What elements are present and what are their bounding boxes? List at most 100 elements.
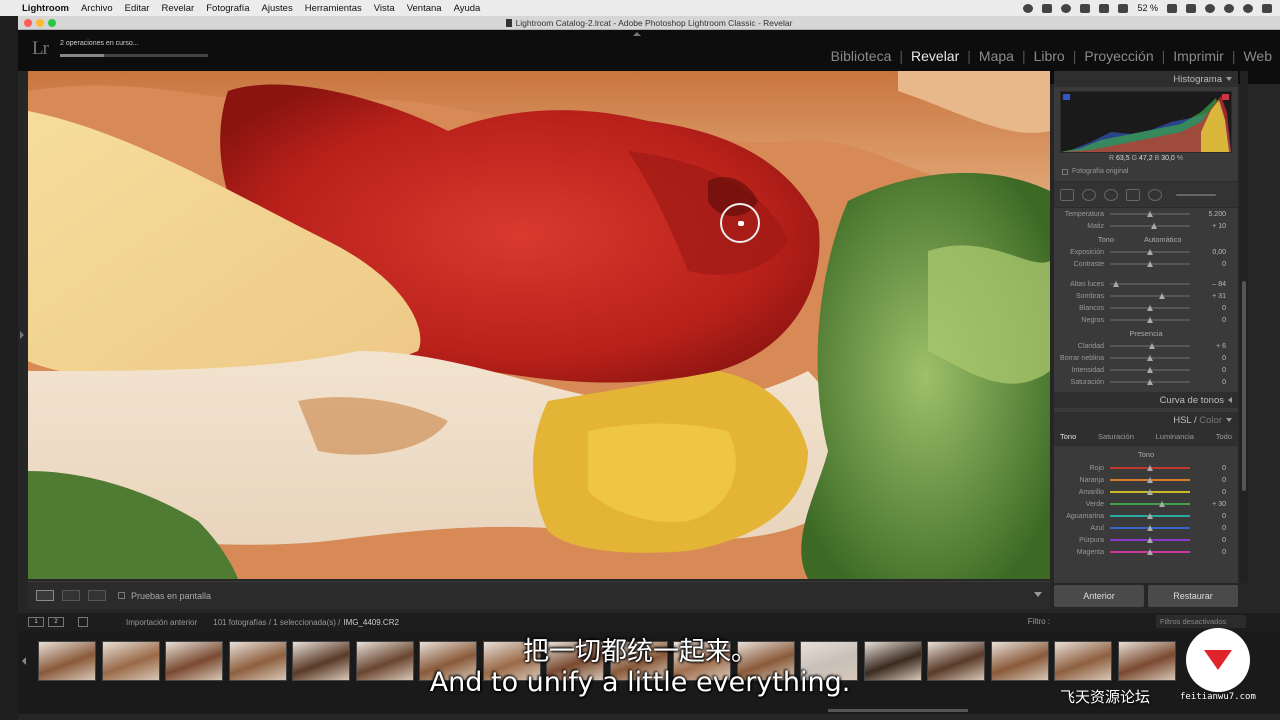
zoom-window-button[interactable] <box>48 19 56 27</box>
menu-ventana[interactable]: Ventana <box>407 3 442 14</box>
slider-value[interactable]: 0,00 <box>1190 249 1226 256</box>
slider-value[interactable]: 0 <box>1190 489 1226 496</box>
camera-status-icon[interactable] <box>1023 3 1034 13</box>
adjustment-brush-slider[interactable] <box>1176 193 1216 196</box>
slider-value[interactable]: 0 <box>1190 477 1226 484</box>
menu-vista[interactable]: Vista <box>374 3 395 14</box>
expand-left-panel-icon[interactable] <box>20 331 24 339</box>
slider-thumb[interactable] <box>1159 500 1165 507</box>
minimize-window-button[interactable] <box>36 19 44 27</box>
slider-value[interactable]: 0 <box>1190 537 1226 544</box>
wifi-icon[interactable] <box>1099 3 1110 13</box>
slider-track[interactable] <box>1110 488 1190 495</box>
soft-proof-checkbox[interactable] <box>118 592 125 599</box>
battery-icon[interactable] <box>1167 3 1177 13</box>
slider-thumb[interactable] <box>1147 366 1153 373</box>
menu-editar[interactable]: Editar <box>125 3 150 14</box>
slider-track[interactable] <box>1110 248 1190 255</box>
histogram-header[interactable]: Histograma <box>1054 71 1238 87</box>
slider-value[interactable]: 0 <box>1190 549 1226 556</box>
slider-value[interactable]: + 10 <box>1190 223 1226 230</box>
collapse-top-panel-icon[interactable] <box>633 32 641 36</box>
filmstrip-scrollbar[interactable] <box>828 709 968 712</box>
highlight-clipping-icon[interactable] <box>1222 94 1229 100</box>
slider-thumb[interactable] <box>1147 464 1153 471</box>
slider-thumb[interactable] <box>1151 222 1157 229</box>
slider-thumb[interactable] <box>1147 476 1153 483</box>
slider-value[interactable]: 0 <box>1190 317 1226 324</box>
slider-track[interactable] <box>1110 260 1190 267</box>
slider-track[interactable] <box>1110 280 1190 287</box>
slider-thumb[interactable] <box>1149 342 1156 349</box>
menu-ayuda[interactable]: Ayuda <box>454 3 481 14</box>
menu-fotografia[interactable]: Fotografía <box>206 3 249 14</box>
slider-value[interactable]: – 84 <box>1190 281 1226 288</box>
shadow-clipping-icon[interactable] <box>1063 94 1070 100</box>
red-eye-tool-icon[interactable] <box>1104 188 1118 201</box>
slider-value[interactable]: 0 <box>1190 525 1226 532</box>
module-revelar[interactable]: Revelar <box>903 48 967 64</box>
tab-todo[interactable]: Todo <box>1216 432 1232 441</box>
radial-filter-icon[interactable] <box>1148 188 1162 201</box>
slider-thumb[interactable] <box>1147 210 1153 217</box>
grid-view-icon[interactable] <box>78 617 88 627</box>
slider-value[interactable]: 0 <box>1190 379 1226 386</box>
slider-value[interactable]: 0 <box>1190 261 1226 268</box>
slider-thumb[interactable] <box>1147 260 1153 267</box>
slider-track[interactable] <box>1110 304 1190 311</box>
photo-preview[interactable] <box>28 71 1050 579</box>
activity-status[interactable]: 2 operaciones en curso... <box>60 40 139 47</box>
slider-value[interactable]: 0 <box>1190 305 1226 312</box>
filter-dropdown[interactable]: Filtros desactivados <box>1156 615 1246 628</box>
module-web[interactable]: Web <box>1235 48 1280 64</box>
slider-thumb[interactable] <box>1147 316 1153 323</box>
slider-value[interactable]: + 30 <box>1190 501 1226 508</box>
slider-track[interactable] <box>1110 316 1190 323</box>
forward-arrow-icon[interactable] <box>106 617 116 627</box>
display-icon[interactable] <box>1118 3 1129 13</box>
slider-track[interactable] <box>1110 500 1190 507</box>
slider-thumb[interactable] <box>1147 536 1153 543</box>
slider-track[interactable] <box>1110 210 1190 217</box>
slider-thumb[interactable] <box>1147 354 1153 361</box>
menu-lightroom[interactable]: Lightroom <box>22 3 69 14</box>
module-proyeccion[interactable]: Proyección <box>1076 48 1161 64</box>
source-label[interactable]: Importación anterior <box>126 618 197 627</box>
slider-track[interactable] <box>1110 222 1190 229</box>
search-icon[interactable] <box>1224 3 1234 13</box>
graduated-filter-icon[interactable] <box>1126 188 1140 201</box>
tab-luminancia[interactable]: Luminancia <box>1156 432 1194 441</box>
module-biblioteca[interactable]: Biblioteca <box>823 48 900 64</box>
previous-button[interactable]: Anterior <box>1054 585 1144 607</box>
slider-track[interactable] <box>1110 524 1190 531</box>
before-after-swap-button[interactable] <box>88 590 106 601</box>
spot-removal-tool-icon[interactable] <box>1082 188 1096 201</box>
slider-track[interactable] <box>1110 378 1190 385</box>
slider-thumb[interactable] <box>1147 378 1153 385</box>
creative-cloud-icon[interactable] <box>1061 3 1072 13</box>
notification-list-icon[interactable] <box>1262 3 1272 13</box>
slider-value[interactable]: 0 <box>1190 465 1226 472</box>
clock-icon[interactable] <box>1205 3 1215 13</box>
slider-thumb[interactable] <box>1147 512 1153 519</box>
airplay-icon[interactable] <box>1080 3 1091 13</box>
menu-ajustes[interactable]: Ajustes <box>262 3 293 14</box>
dropbox-icon[interactable] <box>1042 3 1053 13</box>
tab-tono[interactable]: Tono <box>1060 432 1076 441</box>
slider-value[interactable]: + 6 <box>1190 343 1226 350</box>
slider-thumb[interactable] <box>1147 548 1153 555</box>
slider-value[interactable]: 5.200 <box>1190 211 1226 218</box>
selected-filename[interactable]: IMG_4409.CR2 <box>343 618 399 627</box>
before-after-view-button[interactable] <box>62 590 80 601</box>
hsl-header[interactable]: HSL / Color <box>1054 412 1238 428</box>
original-photo-checkbox[interactable] <box>1062 168 1068 175</box>
hsl-title[interactable]: HSL <box>1173 415 1191 426</box>
slider-thumb[interactable] <box>1147 248 1153 255</box>
slider-track[interactable] <box>1110 536 1190 543</box>
slider-thumb[interactable] <box>1159 292 1165 299</box>
reset-button[interactable]: Restaurar <box>1148 585 1238 607</box>
slider-track[interactable] <box>1110 548 1190 555</box>
color-title[interactable]: Color <box>1199 415 1222 426</box>
slider-thumb[interactable] <box>1147 488 1153 495</box>
slider-value[interactable]: 0 <box>1190 367 1226 374</box>
